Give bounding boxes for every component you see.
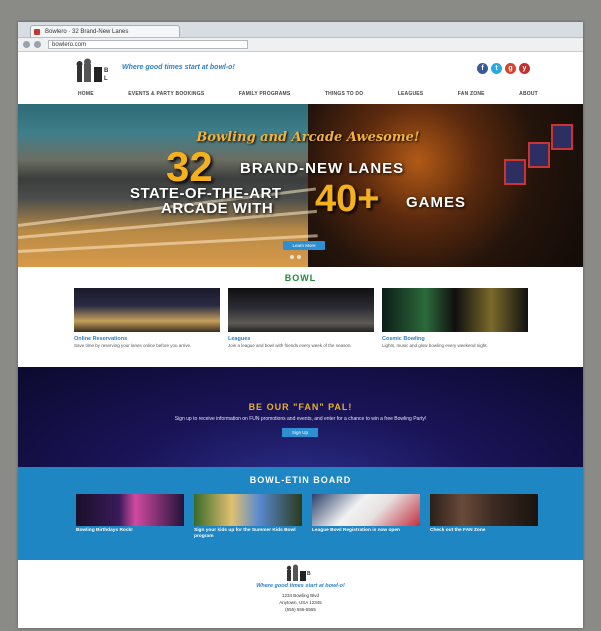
bowl-card[interactable]: Leagues Join a league and bowl with frien… bbox=[228, 288, 374, 349]
hero-arcade-line-2: ARCADE WITH bbox=[161, 200, 274, 217]
bowl-card-title[interactable]: Cosmic Bowling bbox=[382, 336, 528, 342]
board-post-caption[interactable]: Check out the FAN Zone bbox=[430, 528, 538, 534]
footer-address-1: 1234 Bowling Blvd bbox=[281, 593, 320, 598]
board-post-caption[interactable]: Bowling Birthdays Rock! bbox=[76, 528, 184, 534]
googleplus-icon[interactable]: g bbox=[505, 63, 516, 74]
board-post-image[interactable] bbox=[194, 494, 302, 526]
site-tagline: Where good times start at bowl-o! bbox=[122, 64, 235, 71]
board-post-image[interactable] bbox=[430, 494, 538, 526]
footer-tagline: Where good times start at bowl-o! bbox=[256, 583, 345, 589]
hero-games-text: GAMES bbox=[406, 194, 467, 211]
carousel-dots bbox=[290, 255, 301, 259]
board-post[interactable]: Sign your kids up for the Summer Kids Bo… bbox=[194, 494, 302, 540]
board-post[interactable]: League Bowl Registration is now open bbox=[312, 494, 420, 534]
screenshot-frame: Bowlero · 32 Brand-New Lanes bowlero.com… bbox=[18, 22, 583, 628]
facebook-icon[interactable]: f bbox=[477, 63, 488, 74]
hero-lanes-text: BRAND-NEW LANES bbox=[240, 160, 405, 177]
nav-link[interactable]: EVENTS & PARTY BOOKINGS bbox=[128, 91, 204, 101]
nav-link[interactable]: HOME bbox=[78, 91, 94, 101]
nav-link[interactable]: ABOUT bbox=[519, 91, 538, 101]
carousel-dot[interactable] bbox=[297, 255, 301, 259]
url-field[interactable]: bowlero.com bbox=[48, 40, 248, 49]
hero-lane-count: 32 bbox=[166, 143, 213, 190]
bowletin-board: BOWL-ETIN BOARD Bowling Birthdays Rock! S… bbox=[18, 467, 583, 560]
nav-link[interactable]: THINGS TO DO bbox=[325, 91, 363, 101]
browser-tab-title: Bowlero · 32 Brand-New Lanes bbox=[45, 29, 129, 35]
nav-link[interactable]: FAMILY PROGRAMS bbox=[239, 91, 291, 101]
board-post-caption[interactable]: League Bowl Registration is now open bbox=[312, 528, 420, 534]
bowl-card-title[interactable]: Leagues bbox=[228, 336, 374, 342]
bowl-heading: BOWL bbox=[284, 273, 317, 283]
youtube-icon[interactable]: y bbox=[519, 63, 530, 74]
board-post[interactable]: Bowling Birthdays Rock! bbox=[76, 494, 184, 534]
bowl-card-description: Join a league and bowl with friends ever… bbox=[228, 343, 352, 348]
footer-address-2: Anytown, USA 12345 bbox=[279, 600, 322, 605]
fan-signup-band: BE OUR "FAN" PAL! Sign up to receive inf… bbox=[18, 367, 583, 467]
bowl-card-title[interactable]: Online Reservations bbox=[74, 336, 220, 342]
favicon-icon bbox=[34, 29, 40, 35]
bowl-card[interactable]: Cosmic Bowling Lights, music and glow bow… bbox=[382, 288, 528, 349]
hero-game-count: 40+ bbox=[315, 178, 380, 220]
hero-banner: Bowling and Arcade Awesome! 32 BRAND-NEW… bbox=[18, 104, 583, 267]
board-title: BOWL-ETIN BOARD bbox=[249, 475, 352, 485]
forward-icon[interactable] bbox=[34, 41, 41, 48]
bowl-card-description: Save time by reserving your lanes online… bbox=[74, 343, 192, 348]
browser-tab-bar: Bowlero · 32 Brand-New Lanes bbox=[18, 22, 583, 38]
arcade-cabinet bbox=[504, 159, 526, 185]
fan-signup-button[interactable]: Sign Up bbox=[282, 428, 318, 437]
site-footer: B Where good times start at bowl-o! 1234… bbox=[18, 560, 583, 628]
bowlero-logo[interactable]: B L bbox=[74, 58, 114, 84]
main-nav: HOME EVENTS & PARTY BOOKINGS FAMILY PROGRA… bbox=[78, 91, 538, 101]
board-post-caption[interactable]: Sign your kids up for the Summer Kids Bo… bbox=[194, 528, 302, 540]
bowl-card-image[interactable] bbox=[228, 288, 374, 332]
twitter-icon[interactable]: t bbox=[491, 63, 502, 74]
fan-text: Sign up to receive information on FUN pr… bbox=[174, 416, 427, 422]
nav-link[interactable]: LEAGUES bbox=[398, 91, 424, 101]
fan-title: BE OUR "FAN" PAL! bbox=[248, 402, 353, 412]
address-bar: bowlero.com bbox=[18, 38, 583, 52]
browser-tab[interactable]: Bowlero · 32 Brand-New Lanes bbox=[30, 25, 180, 37]
site-header: B L Where good times start at bowl-o! ft… bbox=[18, 52, 583, 104]
bowl-card-image[interactable] bbox=[382, 288, 528, 332]
social-icons: ftgy bbox=[477, 63, 530, 75]
bowl-card-description: Lights, music and glow bowling every wee… bbox=[382, 343, 488, 348]
hero-learn-more-button[interactable]: Learn More bbox=[283, 241, 325, 250]
board-post-image[interactable] bbox=[76, 494, 184, 526]
arcade-cabinet bbox=[528, 142, 550, 168]
bowl-card-image[interactable] bbox=[74, 288, 220, 332]
arcade-cabinet bbox=[551, 124, 573, 150]
svg-text:B: B bbox=[307, 571, 311, 577]
bowl-card[interactable]: Online Reservations Save time by reservin… bbox=[74, 288, 220, 349]
back-icon[interactable] bbox=[23, 41, 30, 48]
footer-logo[interactable]: B bbox=[285, 564, 315, 582]
carousel-dot[interactable] bbox=[290, 255, 294, 259]
board-post-image[interactable] bbox=[312, 494, 420, 526]
board-post[interactable]: Check out the FAN Zone bbox=[430, 494, 538, 534]
footer-phone[interactable]: (555) 555-5555 bbox=[18, 607, 583, 612]
svg-text:L: L bbox=[104, 76, 108, 82]
svg-text:B: B bbox=[104, 68, 109, 74]
nav-link[interactable]: FAN ZONE bbox=[458, 91, 485, 101]
